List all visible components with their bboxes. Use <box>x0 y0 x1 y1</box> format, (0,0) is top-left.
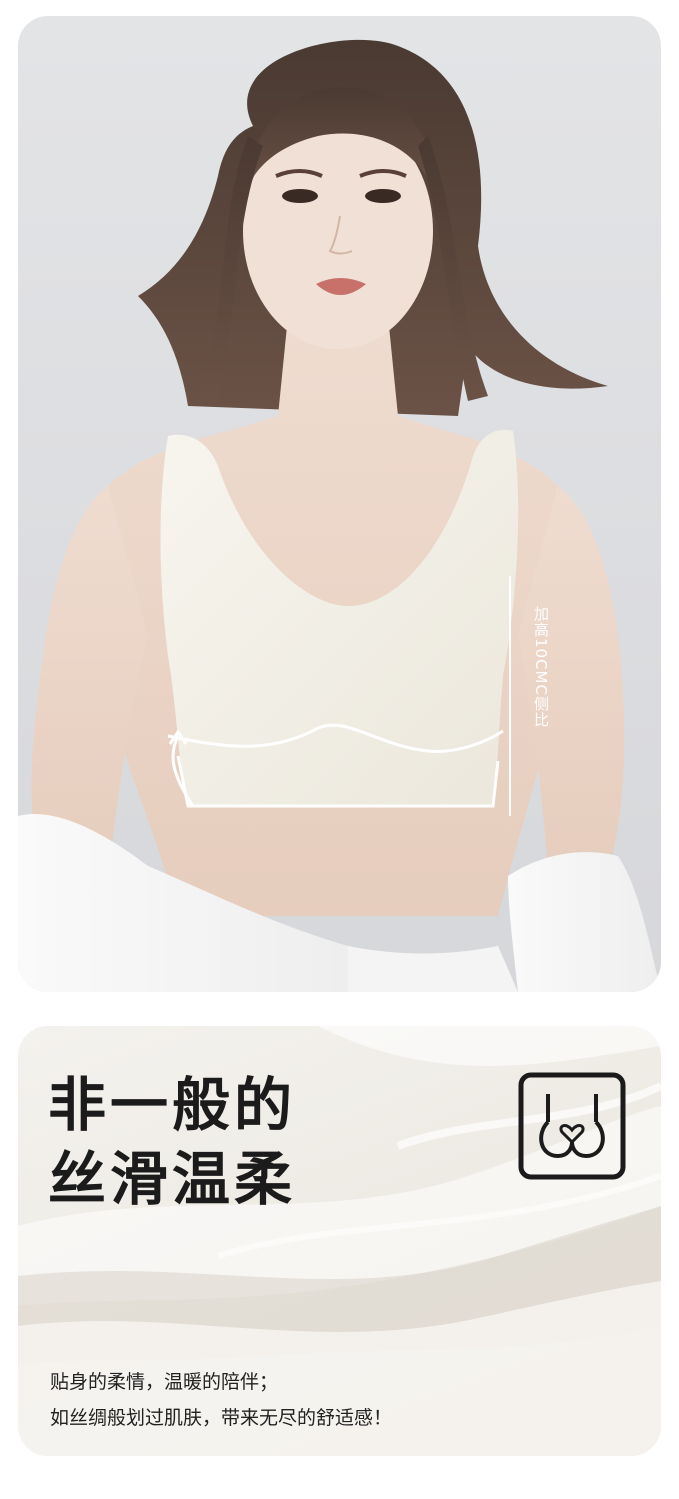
headline-line-1: 非一般的 <box>48 1071 297 1139</box>
headline-line-2: 丝滑温柔 <box>48 1145 297 1213</box>
bra-heart-icon <box>518 1072 626 1180</box>
description-line-1: 贴身的柔情，温暖的陪伴； <box>50 1371 279 1393</box>
feature-headline: 非一般的 丝滑温柔 <box>48 1068 296 1216</box>
model-photo: 加高10CMC侧比 <box>18 16 661 992</box>
side-height-label: 加高10CMC侧比 <box>532 606 550 728</box>
model-illustration <box>18 39 661 992</box>
description-line-2: 如丝绸般划过肌肤，带来无尽的舒适感！ <box>50 1407 393 1429</box>
feature-description: 贴身的柔情，温暖的陪伴； 如丝绸般划过肌肤，带来无尽的舒适感！ <box>50 1364 392 1436</box>
feature-card: 非一般的 丝滑温柔 贴身的柔情，温暖的陪伴； 如丝绸般划过肌肤，带来无尽的舒适感… <box>18 1026 661 1456</box>
product-detail-page: 加高10CMC侧比 非一般的 丝滑温柔 贴身的柔情，温暖的陪伴； 如丝绸般划过肌… <box>0 0 679 1499</box>
